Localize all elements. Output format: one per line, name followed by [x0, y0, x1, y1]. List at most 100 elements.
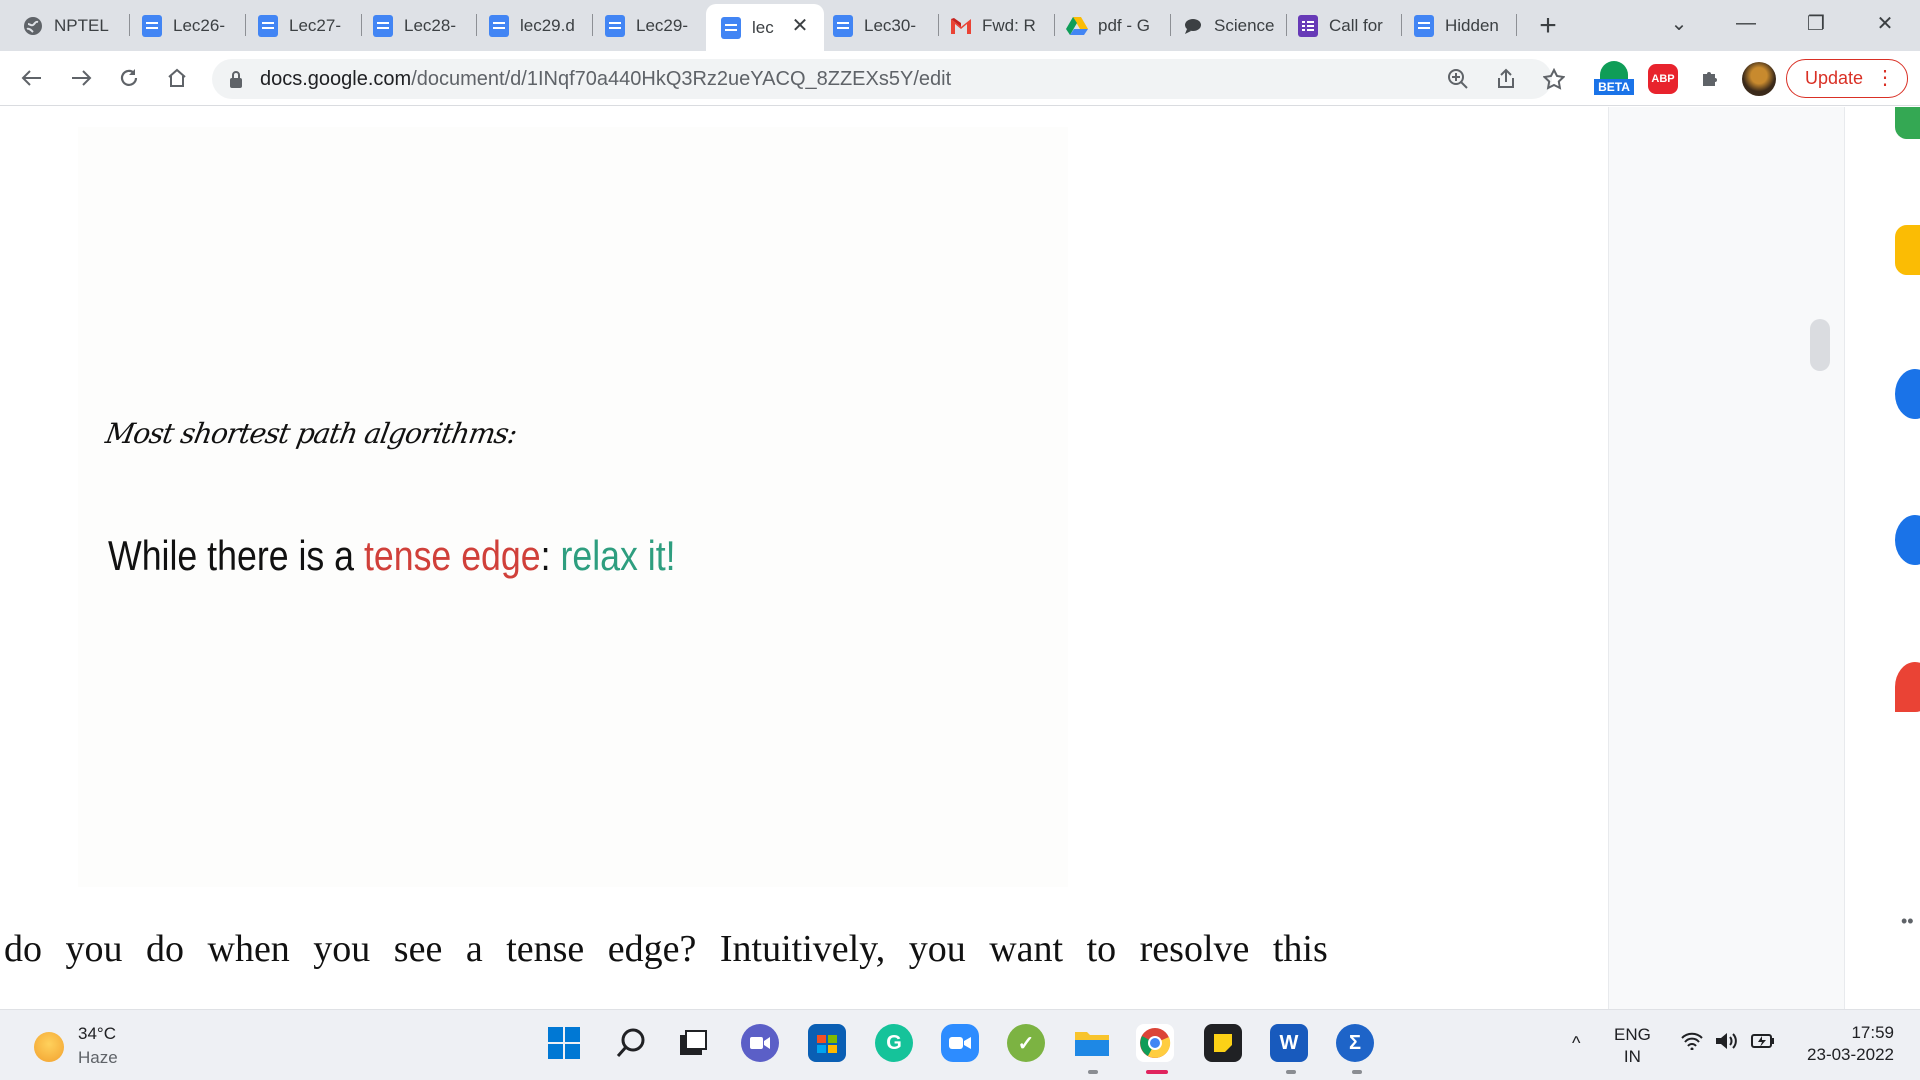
reload-icon[interactable] [112, 61, 146, 95]
microsoft-store-icon[interactable] [808, 1024, 846, 1062]
evernote-green-icon[interactable]: ✓ [1007, 1024, 1045, 1062]
docs-icon [372, 14, 394, 37]
tab-lec28[interactable]: Lec28- [372, 8, 464, 43]
beta-label: BETA [1594, 79, 1634, 95]
calendar-icon[interactable] [1895, 107, 1920, 139]
tab-label: Fwd: R [982, 15, 1036, 35]
tasks-icon[interactable] [1895, 369, 1920, 419]
tab-label: lec29.d [520, 15, 575, 35]
drive-icon [1066, 15, 1088, 37]
wifi-icon[interactable] [1680, 1032, 1704, 1056]
extension-beta-icon[interactable]: BETA [1594, 61, 1634, 99]
tab-label: Lec28- [404, 15, 456, 35]
docs-content: Most shortest path algorithms: While the… [0, 107, 1920, 1009]
tab-lec29[interactable]: Lec29- [604, 8, 696, 43]
slide-handwritten-heading: Most shortest path algorithms: [103, 417, 520, 450]
clock-time: 17:59 [1851, 1023, 1894, 1042]
language-indicator[interactable]: ENG IN [1614, 1024, 1651, 1068]
battery-icon[interactable] [1750, 1032, 1776, 1056]
docs-icon [141, 14, 163, 37]
chat-icon [1182, 15, 1204, 37]
tab-label: lec [752, 17, 774, 37]
extensions-puzzle-icon[interactable] [1694, 61, 1728, 95]
weather-temp: 34°C [78, 1024, 116, 1043]
slide-main-line: While there is a tense edge: relax it! [108, 532, 676, 580]
docs-icon [832, 14, 854, 37]
active-indicator [1146, 1070, 1168, 1074]
slide-line-colon: : [540, 532, 561, 579]
tab-label: Lec26- [173, 15, 225, 35]
side-panel: •• [1844, 107, 1920, 1009]
slide-tense-edge: tense edge [363, 532, 541, 579]
gmail-icon [950, 15, 972, 37]
running-indicator [1352, 1070, 1362, 1074]
browser-toolbar: docs.google.com/document/d/1INqf70a440Hk… [0, 51, 1920, 106]
contacts-icon[interactable] [1895, 515, 1920, 565]
restore-icon[interactable]: ❐ [1793, 6, 1839, 40]
share-icon[interactable] [1492, 65, 1520, 93]
maps-icon[interactable] [1895, 662, 1920, 712]
adblock-icon[interactable]: ABP [1648, 64, 1678, 94]
zoom-icon[interactable] [1444, 65, 1472, 93]
file-explorer-icon[interactable] [1073, 1024, 1111, 1062]
tab-lec30[interactable]: Lec30- [832, 8, 924, 43]
task-view-icon[interactable] [674, 1024, 712, 1062]
math-sigma-icon[interactable]: Σ [1336, 1024, 1374, 1062]
tray-overflow-chevron-icon[interactable]: ^ [1572, 1032, 1580, 1054]
volume-icon[interactable] [1714, 1032, 1740, 1056]
grammarly-icon[interactable]: G [875, 1024, 913, 1062]
url-path: /document/d/1INqf70a440HkQ3Rz2ueYACQ_8ZZ… [411, 68, 952, 90]
tab-label: Lec30- [864, 15, 916, 35]
windows-start-icon[interactable] [545, 1024, 583, 1062]
tab-nptel[interactable]: NPTEL [22, 8, 122, 43]
tab-drive[interactable]: pdf - G [1066, 8, 1158, 43]
zoom-app-icon[interactable] [941, 1024, 979, 1062]
tab-label: Hidden [1445, 15, 1499, 35]
new-tab-button[interactable]: + [1530, 8, 1566, 43]
forward-arrow-icon[interactable] [64, 61, 98, 95]
scroll-track [1608, 107, 1844, 1009]
back-arrow-icon[interactable] [15, 61, 49, 95]
slide-line-text: While there is a [108, 532, 364, 579]
tab-science[interactable]: Science [1182, 8, 1274, 43]
scrollbar-thumb[interactable] [1810, 319, 1830, 371]
url-text: docs.google.com/document/d/1INqf70a440Hk… [260, 68, 951, 91]
tab-lec29-d[interactable]: lec29.d [488, 8, 580, 43]
word-icon[interactable]: W [1270, 1024, 1308, 1062]
minimize-icon[interactable]: — [1723, 6, 1769, 40]
close-tab-icon[interactable]: ✕ [789, 12, 811, 38]
more-menu-icon[interactable]: ⋮ [1875, 68, 1895, 88]
address-bar[interactable]: docs.google.com/document/d/1INqf70a440Hk… [212, 59, 1565, 99]
globe-icon [22, 15, 44, 37]
chrome-icon[interactable] [1136, 1024, 1174, 1062]
document-body-text: do you do when you see a tense edge? Int… [4, 928, 1328, 970]
sun-haze-icon [34, 1032, 64, 1062]
sticky-notes-icon[interactable] [1204, 1024, 1242, 1062]
language-region: IN [1623, 1047, 1641, 1066]
more-addons-icon[interactable]: •• [1901, 911, 1914, 932]
forms-icon [1297, 14, 1319, 37]
tab-lec27[interactable]: Lec27- [257, 8, 349, 43]
tab-label: Lec29- [636, 15, 688, 35]
windows-taskbar: 34°C Haze G ✓ W Σ ^ ENG IN 17:59 23-03-2… [0, 1009, 1920, 1080]
update-button[interactable]: Update ⋮ [1786, 59, 1908, 98]
home-icon[interactable] [160, 61, 194, 95]
tab-hidden[interactable]: Hidden [1413, 8, 1505, 43]
tab-label: pdf - G [1098, 15, 1150, 35]
tab-search-chevron-icon[interactable]: ⌄ [1656, 6, 1702, 40]
window-close-icon[interactable]: ✕ [1862, 6, 1908, 40]
search-icon[interactable] [612, 1024, 650, 1062]
clock[interactable]: 17:59 23-03-2022 [1794, 1022, 1894, 1066]
embedded-slide-image: Most shortest path algorithms: While the… [78, 127, 1068, 887]
keep-icon[interactable] [1895, 225, 1920, 275]
running-indicator [1286, 1070, 1296, 1074]
profile-avatar[interactable] [1742, 62, 1776, 96]
clock-date: 23-03-2022 [1807, 1045, 1894, 1064]
tab-gmail[interactable]: Fwd: R [950, 8, 1042, 43]
teams-chat-icon[interactable] [741, 1024, 779, 1062]
slide-relax-it: relax it! [560, 532, 676, 579]
tab-lec26[interactable]: Lec26- [141, 8, 233, 43]
tab-call-for[interactable]: Call for [1297, 8, 1389, 43]
url-domain: docs.google.com [260, 68, 412, 90]
bookmark-star-icon[interactable] [1540, 65, 1568, 93]
